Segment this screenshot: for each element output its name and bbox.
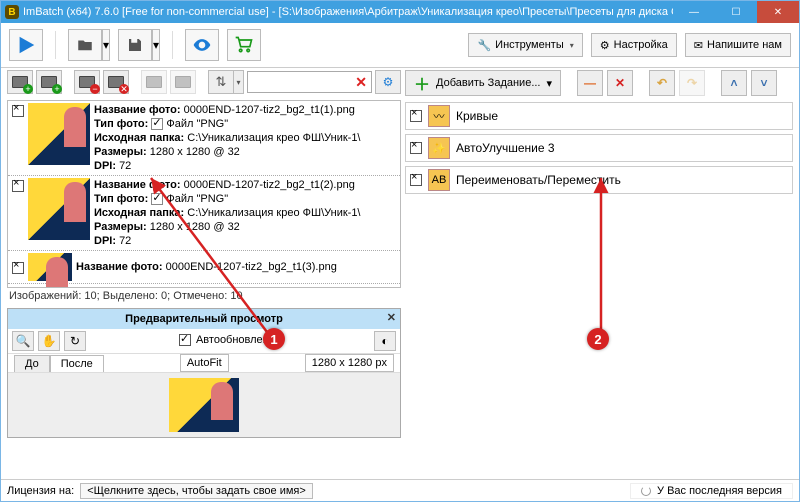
gear-icon: ⚙ [600,39,610,52]
autoenhance-icon: ✨ [428,137,450,159]
task-toolbar: ＋ Добавить Задание... ▾ — ✕ ↶ ↷ ˄ ˅ [405,68,793,102]
clear-filter-icon[interactable]: ✕ [355,74,367,91]
open-dropdown[interactable]: ▾ [102,29,110,61]
file-list[interactable]: Название фото: 0000END-1207-tiz2_bg2_t1(… [7,100,401,288]
save-button[interactable] [118,29,152,61]
zoom-button[interactable]: 🔍 [12,331,34,351]
file-row[interactable]: Название фото: 0000END-1207-tiz2_bg2_t1(… [8,176,400,251]
task-redo-button[interactable]: ↷ [679,70,705,96]
sort-dropdown[interactable]: ▾ [234,70,244,94]
file-thumbnail[interactable] [28,103,90,165]
task-label: Переименовать/Переместить [456,173,621,187]
task-label: АвтоУлучшение 3 [456,141,555,155]
settings-label: Настройка [614,39,668,51]
run-button[interactable] [9,29,43,61]
spinner-icon [641,486,651,496]
shop-button[interactable] [227,29,261,61]
main-toolbar: ▾ ▾ 🔧 Инструменты ▾ ⚙ Настройка ✉ Напиши… [1,23,799,68]
file-thumbnail[interactable] [28,178,90,240]
content-area: 1 2 + + − ✕ ⇅ ▾ ✕ ⚙ [1,68,799,479]
undo-file-button[interactable] [141,70,167,94]
app-icon: B [5,5,19,19]
file-meta: Название фото: 0000END-1207-tiz2_bg2_t1(… [94,178,361,248]
filter-settings-button[interactable]: ⚙ [375,70,401,94]
open-button[interactable] [68,29,102,61]
add-task-label: Добавить Задание... [436,77,540,89]
file-count-bar: Изображений: 10; Выделено: 0; Отмечено: … [7,288,401,304]
rename-icon: AB [428,169,450,191]
status-bar: Лицензия на: <Щелкните здесь, чтобы зада… [1,479,799,501]
preview-panel: Предварительный просмотр ✕ 🔍 ✋ ↻ Автообн… [7,308,401,438]
task-row[interactable]: AB Переименовать/Переместить [405,166,793,194]
fit-mode-select[interactable]: AutoFit [180,354,229,372]
file-meta: Название фото: 0000END-1207-tiz2_bg2_t1(… [76,260,337,274]
preview-dimensions: 1280 x 1280 px [305,354,394,372]
refresh-button[interactable]: ↻ [64,331,86,351]
task-label: Кривые [456,109,498,123]
file-checkbox[interactable] [12,105,24,117]
add-file-button[interactable]: + [7,70,33,94]
redo-file-button[interactable] [170,70,196,94]
app-window: B ImBatch (x64) 7.6.0 [Free for non-comm… [0,0,800,502]
file-row[interactable]: Название фото: 0000END-1207-tiz2_bg2_t1(… [8,101,400,176]
wrench-icon: 🔧 [477,39,491,52]
task-row[interactable]: 〰 Кривые [405,102,793,130]
license-label: Лицензия на: [7,485,74,497]
close-button[interactable]: ✕ [757,1,799,23]
minimize-button[interactable]: — [673,1,715,23]
preview-tabs: До После [14,355,104,372]
preview-toggle-button[interactable] [185,29,219,61]
file-toolbar: + + − ✕ ⇅ ▾ ✕ ⚙ [7,68,401,100]
preview-image [169,378,239,432]
remove-all-button[interactable]: ✕ [103,70,129,94]
settings-button[interactable]: ⚙ Настройка [591,33,677,57]
remove-task-button[interactable]: — [577,70,603,96]
left-panel: + + − ✕ ⇅ ▾ ✕ ⚙ [7,68,401,475]
version-box: У Вас последняя версия [630,483,793,499]
remove-file-button[interactable]: − [74,70,100,94]
preview-body[interactable] [8,373,400,437]
tab-after[interactable]: После [50,355,104,372]
filter-input[interactable]: ✕ [247,71,372,93]
file-checkbox[interactable] [12,180,24,192]
file-checkbox[interactable] [12,262,24,274]
sort-button[interactable]: ⇅ [208,70,234,94]
preview-close-button[interactable]: ✕ [387,311,396,324]
autoupdate-checkbox[interactable]: Автообновление [179,334,281,346]
tab-before[interactable]: До [14,355,50,372]
delete-task-button[interactable]: ✕ [607,70,633,96]
mail-icon: ✉ [694,39,703,52]
license-name-button[interactable]: <Щелкните здесь, чтобы задать свое имя> [80,483,313,499]
preview-mode-button[interactable]: ◐ [374,331,396,351]
plus-icon: ＋ [414,71,430,95]
window-title: ImBatch (x64) 7.6.0 [Free for non-commer… [23,6,744,18]
contact-button[interactable]: ✉ Напишите нам [685,33,791,57]
task-undo-button[interactable]: ↶ [649,70,675,96]
task-move-up-button[interactable]: ˄ [721,70,747,96]
add-folder-button[interactable]: + [36,70,62,94]
curves-icon: 〰 [428,105,450,127]
add-task-button[interactable]: ＋ Добавить Задание... ▾ [405,70,561,96]
file-row[interactable]: Название фото: 0000END-1207-tiz2_bg2_t1(… [8,251,400,284]
pan-button[interactable]: ✋ [38,331,60,351]
task-move-down-button[interactable]: ˅ [751,70,777,96]
preview-header: Предварительный просмотр ✕ [8,309,400,329]
task-checkbox[interactable] [410,110,422,122]
contact-label: Напишите нам [707,39,782,51]
task-row[interactable]: ✨ АвтоУлучшение 3 [405,134,793,162]
maximize-button[interactable]: ☐ [715,1,757,23]
task-checkbox[interactable] [410,174,422,186]
file-meta: Название фото: 0000END-1207-tiz2_bg2_t1(… [94,103,361,173]
instruments-button[interactable]: 🔧 Инструменты ▾ [468,33,582,57]
version-label: У Вас последняя версия [657,485,782,497]
save-dropdown[interactable]: ▾ [152,29,160,61]
instruments-label: Инструменты [495,39,564,51]
task-checkbox[interactable] [410,142,422,154]
titlebar: B ImBatch (x64) 7.6.0 [Free for non-comm… [1,1,799,23]
preview-title: Предварительный просмотр [125,313,283,325]
file-thumbnail[interactable] [28,253,72,281]
right-panel: ＋ Добавить Задание... ▾ — ✕ ↶ ↷ ˄ ˅ 〰 Кр… [405,68,793,475]
